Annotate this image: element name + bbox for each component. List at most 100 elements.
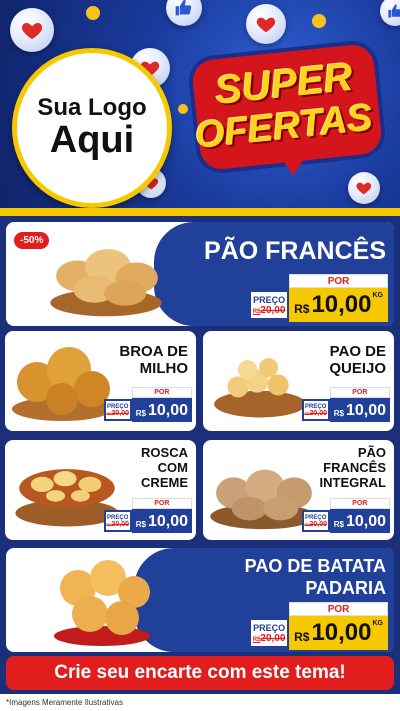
new-price-box: POR R$ 10,00 <box>329 498 390 533</box>
emoji-icon <box>86 6 100 20</box>
footnote: *Imagens Meramente Ilustrativas <box>0 694 400 711</box>
old-price-value: 20,00 <box>309 409 328 417</box>
price-tag: PREÇO R$20,00 POR R$ 10,00 KG <box>249 602 388 650</box>
old-price-box: PREÇO R$20,00 <box>103 510 132 532</box>
price-tag: PREÇO R$20,00 POR R$ 10,00 <box>103 498 192 533</box>
new-price: R$ 10,00 <box>329 509 390 533</box>
product-name-line: PADARIA <box>305 577 386 598</box>
old-price-box: PREÇO R$20,00 <box>301 399 330 421</box>
product-card-pao-de-batata[interactable]: PAO DE BATATA PADARIA PREÇO R$20,00 POR … <box>6 548 394 652</box>
currency: R$ <box>135 520 146 529</box>
new-price: R$ 10,00 KG <box>289 616 388 650</box>
logo-text-line2: Aqui <box>49 119 135 162</box>
logo-placeholder: Sua Logo Aqui <box>12 48 172 208</box>
old-price: R$20,00 <box>106 521 129 528</box>
por-label: POR <box>329 498 390 509</box>
old-price-box: PREÇO R$20,00 <box>249 618 290 648</box>
product-name: PÃO FRANCÊS <box>204 237 386 265</box>
old-price: R$20,00 <box>253 633 286 644</box>
new-price-value: 10,00 <box>311 619 372 646</box>
product-name-line: PÃO FRANCÊS <box>204 237 386 265</box>
por-label: POR <box>289 274 388 288</box>
price-tag: PREÇO R$20,00 POR R$ 10,00 <box>301 387 390 422</box>
cta-button[interactable]: Crie seu encarte com este tema! <box>6 656 394 690</box>
product-name-line: QUEIJO <box>329 360 386 378</box>
product-name-line: PÃO <box>357 445 386 460</box>
product-name: PAO DE BATATA PADARIA <box>245 556 386 599</box>
currency: R$ <box>294 302 310 316</box>
currency: R$ <box>294 630 310 644</box>
new-price-value: 10,00 <box>147 402 188 419</box>
old-price: R$20,00 <box>106 410 129 417</box>
new-price: R$ 10,00 <box>329 398 390 422</box>
product-name: ROSCA COM CREME <box>141 445 188 491</box>
new-price: R$ 10,00 <box>131 509 192 533</box>
product-name-line: PAO DE BATATA <box>244 556 386 576</box>
product-card-pao-frances-integral[interactable]: PÃO FRANCÊS INTEGRAL PREÇO R$20,00 POR R… <box>203 440 394 540</box>
product-name-line: PAO DE <box>329 343 386 360</box>
product-name-line: INTEGRAL <box>319 474 386 490</box>
product-card-rosca-com-creme[interactable]: ROSCA COM CREME PREÇO R$20,00 POR R$ 10,… <box>5 440 196 540</box>
old-price-value: 20,00 <box>309 520 328 528</box>
por-label: POR <box>329 387 390 398</box>
currency: R$ <box>135 409 146 418</box>
like-bubble-icon <box>166 0 202 26</box>
price-label: PREÇO <box>253 622 286 633</box>
old-price-value: 20,00 <box>111 520 130 528</box>
product-name-line: FRANCÊS <box>323 459 386 475</box>
old-price: R$20,00 <box>253 305 286 316</box>
new-price-value: 10,00 <box>345 513 386 530</box>
product-name-line: BROA DE <box>119 343 188 360</box>
old-price-box: PREÇO R$20,00 <box>103 399 132 421</box>
por-label: POR <box>289 602 388 616</box>
new-price-value: 10,00 <box>345 402 386 419</box>
broa-image <box>12 347 112 421</box>
product-name-line: ROSCA <box>141 445 188 460</box>
currency: R$ <box>333 409 344 418</box>
emoji-icon <box>312 14 326 28</box>
product-name-line: MILHO <box>139 360 188 378</box>
old-price-value: 20,00 <box>260 304 286 316</box>
old-price-value: 20,00 <box>260 632 286 644</box>
pao-de-batata-image <box>54 560 150 646</box>
old-price-value: 20,00 <box>111 409 130 417</box>
new-price-box: POR R$ 10,00 KG <box>289 602 388 650</box>
new-price: R$ 10,00 KG <box>289 288 388 322</box>
price-tag: PREÇO R$20,00 POR R$ 10,00 KG <box>249 274 388 322</box>
new-price-value: 10,00 <box>147 513 188 530</box>
product-name: PAO DE QUEIJO <box>329 343 386 378</box>
product-card-pao-frances[interactable]: -50% PÃO FRANCÊS PREÇO R$20,00 POR R$ 10… <box>6 222 394 326</box>
price-tag: PREÇO R$20,00 POR R$ 10,00 <box>301 498 390 533</box>
product-card-broa-de-milho[interactable]: BROA DE MILHO PREÇO R$20,00 POR R$ 10,00 <box>5 331 196 431</box>
new-price-box: POR R$ 10,00 <box>131 498 192 533</box>
like-bubble-icon <box>380 0 400 26</box>
unit-label: KG <box>372 292 384 299</box>
new-price-box: POR R$ 10,00 <box>131 387 192 422</box>
price-label: PREÇO <box>253 294 286 305</box>
por-label: POR <box>131 387 192 398</box>
product-name: BROA DE MILHO <box>119 343 188 378</box>
old-price-box: PREÇO R$20,00 <box>301 510 330 532</box>
currency: R$ <box>333 520 344 529</box>
old-price-box: PREÇO R$20,00 <box>249 290 290 320</box>
new-price-box: POR R$ 10,00 <box>329 387 390 422</box>
new-price-value: 10,00 <box>311 291 372 318</box>
heart-bubble-icon <box>246 4 286 44</box>
unit-label: KG <box>372 620 384 627</box>
por-label: POR <box>131 498 192 509</box>
logo-text-line1: Sua Logo <box>37 93 147 121</box>
hero-banner: Sua Logo Aqui SUPER OFERTAS <box>0 0 400 212</box>
divider-strip <box>0 208 400 216</box>
price-tag: PREÇO R$20,00 POR R$ 10,00 <box>103 387 192 422</box>
badge-tail <box>279 155 307 175</box>
new-price-box: POR R$ 10,00 KG <box>289 274 388 322</box>
new-price: R$ 10,00 <box>131 398 192 422</box>
heart-bubble-icon <box>10 8 54 52</box>
old-price: R$20,00 <box>304 410 327 417</box>
discount-badge: -50% <box>14 232 50 249</box>
old-price: R$20,00 <box>304 521 327 528</box>
product-card-pao-de-queijo[interactable]: PAO DE QUEIJO PREÇO R$20,00 POR R$ 10,00 <box>203 331 394 431</box>
product-name-line: COM <box>157 459 188 475</box>
bread-basket-image <box>50 249 162 317</box>
product-name-line: CREME <box>141 474 188 490</box>
